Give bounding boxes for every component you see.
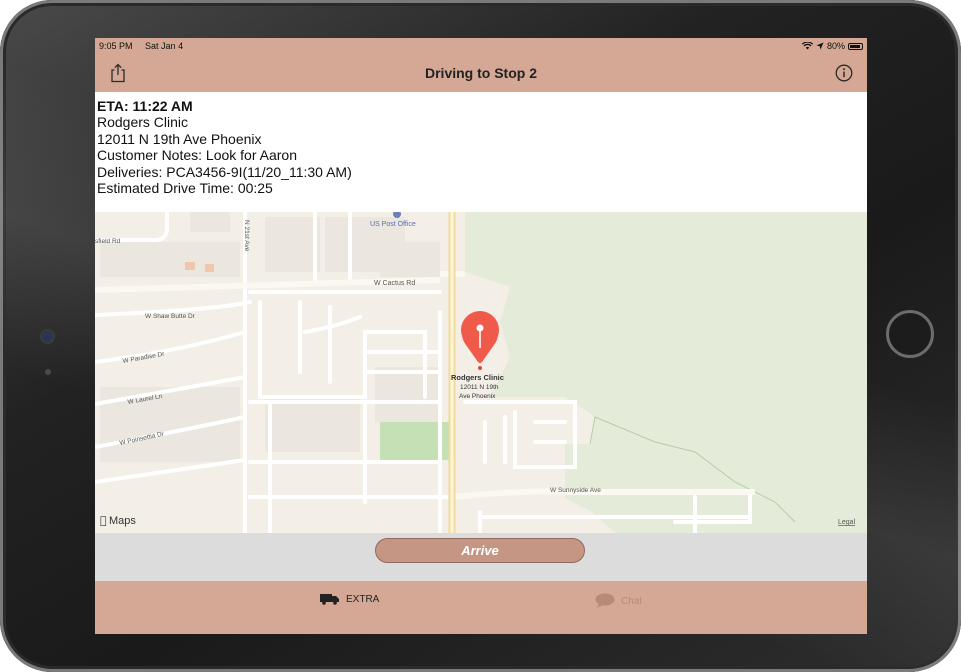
street-field: sfield Rd [95, 238, 121, 245]
arrive-button[interactable]: Arrive [375, 538, 585, 563]
tab-bar: EXTRA Chat [95, 581, 867, 634]
truck-icon [320, 594, 339, 605]
pin-title: Rodgers Clinic [451, 373, 504, 382]
customer-address: 12011 N 19th Ave Phoenix [97, 130, 262, 147]
battery-icon [848, 42, 863, 50]
pin-icon [476, 324, 484, 332]
tab-chat-label: Chat [621, 595, 643, 607]
battery-percent: 80% [826, 41, 845, 51]
poi-post-office: US Post Office [370, 221, 416, 228]
status-time: 9:05 PM [99, 41, 133, 51]
stop-details: ETA: 11:22 AM Rodgers Clinic 12011 N 19t… [95, 92, 867, 212]
deliveries-text: Deliveries: PCA3456-9I(11/20_11:30 AM) [97, 163, 352, 180]
customer-name: Rodgers Clinic [97, 114, 189, 131]
maps-logo:  [100, 514, 107, 527]
customer-notes: Customer Notes: Look for Aaron [97, 147, 297, 164]
street-paradise: W Paradise Dr [122, 351, 166, 365]
home-button[interactable] [886, 310, 934, 358]
wifi-icon [801, 42, 813, 50]
tab-extra-label: EXTRA [346, 593, 380, 605]
location-pin[interactable] [461, 311, 499, 370]
screen: 9:05 PM Sat Jan 4 80% Driving to Stop 2 … [95, 38, 867, 634]
action-bar: Arrive [95, 533, 867, 581]
map-view[interactable]: US Post Office sfield Rd N 21st Ave W Ca… [95, 212, 867, 533]
street-sunnyside: W Sunnyside Ave [550, 487, 601, 494]
eta-text: ETA: 11:22 AM [97, 98, 193, 114]
park-area [465, 212, 867, 533]
light-sensor [45, 369, 51, 375]
status-bar: 9:05 PM Sat Jan 4 80% [95, 38, 867, 54]
pin-address-line2: Ave Phoenix [459, 393, 496, 400]
street-cactus: W Cactus Rd [374, 280, 415, 287]
street-shaw-butte: W Shaw Butte Dr [145, 313, 196, 320]
page-title: Driving to Stop 2 [425, 65, 537, 81]
location-arrow-icon [816, 42, 824, 50]
chat-bubble-icon [595, 593, 615, 608]
status-date: Sat Jan 4 [145, 41, 184, 51]
front-camera [42, 331, 53, 342]
navigation-bar: Driving to Stop 2 [95, 54, 867, 92]
drive-time-text: Estimated Drive Time: 00:25 [97, 180, 273, 197]
street-21st: N 21st Ave [243, 220, 250, 252]
maps-attribution: Maps [109, 515, 136, 527]
pin-address-line1: 12011 N 19th [460, 384, 499, 391]
tab-chat[interactable]: Chat [595, 593, 642, 609]
info-icon[interactable] [835, 64, 853, 82]
map-canvas: US Post Office sfield Rd N 21st Ave W Ca… [95, 212, 867, 533]
tab-extra[interactable]: EXTRA [320, 593, 379, 605]
legal-link: Legal [838, 519, 856, 526]
